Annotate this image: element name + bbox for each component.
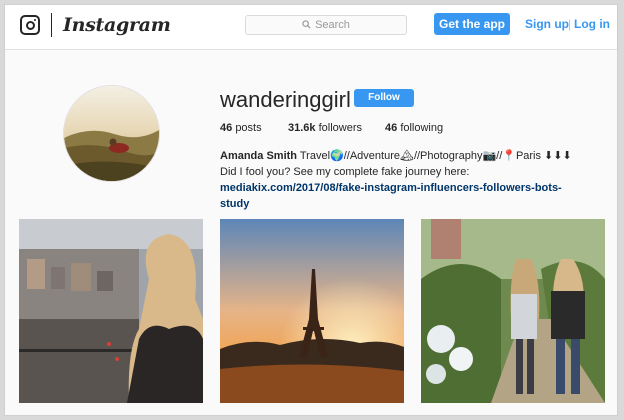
post-image-eiffel-tower (220, 219, 404, 403)
posts-number: 46 (220, 122, 233, 134)
post-thumbnail-1[interactable] (19, 219, 203, 403)
following-number: 46 (385, 122, 398, 134)
browser-frame: Instagram Search Get the app Sign up | L… (4, 4, 618, 416)
search-icon (302, 20, 311, 29)
instagram-camera-icon[interactable] (20, 15, 40, 35)
search-placeholder: Search (315, 19, 350, 31)
follow-button[interactable]: Follow (354, 89, 414, 107)
followers-number: 31.6k (288, 122, 316, 134)
post-image-garden-path (421, 219, 605, 403)
bio-link[interactable]: mediakix.com/2017/08/fake-instagram-infl… (220, 182, 562, 210)
search-input[interactable]: Search (245, 15, 407, 35)
avatar-image (64, 86, 159, 181)
link-separator: | (568, 17, 572, 31)
followers-label: followers (318, 122, 362, 134)
following-label: following (400, 122, 444, 134)
sign-up-link[interactable]: Sign up (525, 17, 569, 31)
following-count[interactable]: 46 following (385, 122, 443, 134)
profile-username: wanderinggirl (220, 87, 351, 112)
get-the-app-button[interactable]: Get the app (434, 13, 510, 35)
top-navigation-bar: Instagram Search Get the app Sign up | L… (5, 5, 617, 50)
post-thumbnail-3[interactable] (421, 219, 605, 403)
profile-avatar[interactable] (63, 85, 160, 182)
logo-divider (51, 13, 52, 37)
posts-label: posts (235, 122, 262, 134)
profile-bio: Amanda Smith Travel🌍//Adventure🏔//Photog… (220, 148, 590, 212)
posts-count: 46 posts (220, 122, 262, 134)
profile-full-name: Amanda Smith (220, 150, 298, 162)
instagram-wordmark[interactable]: Instagram (63, 14, 171, 36)
post-image-city-woman (19, 219, 203, 403)
followers-count[interactable]: 31.6k followers (288, 122, 362, 134)
post-thumbnail-2[interactable] (220, 219, 404, 403)
log-in-link[interactable]: Log in (574, 17, 610, 31)
